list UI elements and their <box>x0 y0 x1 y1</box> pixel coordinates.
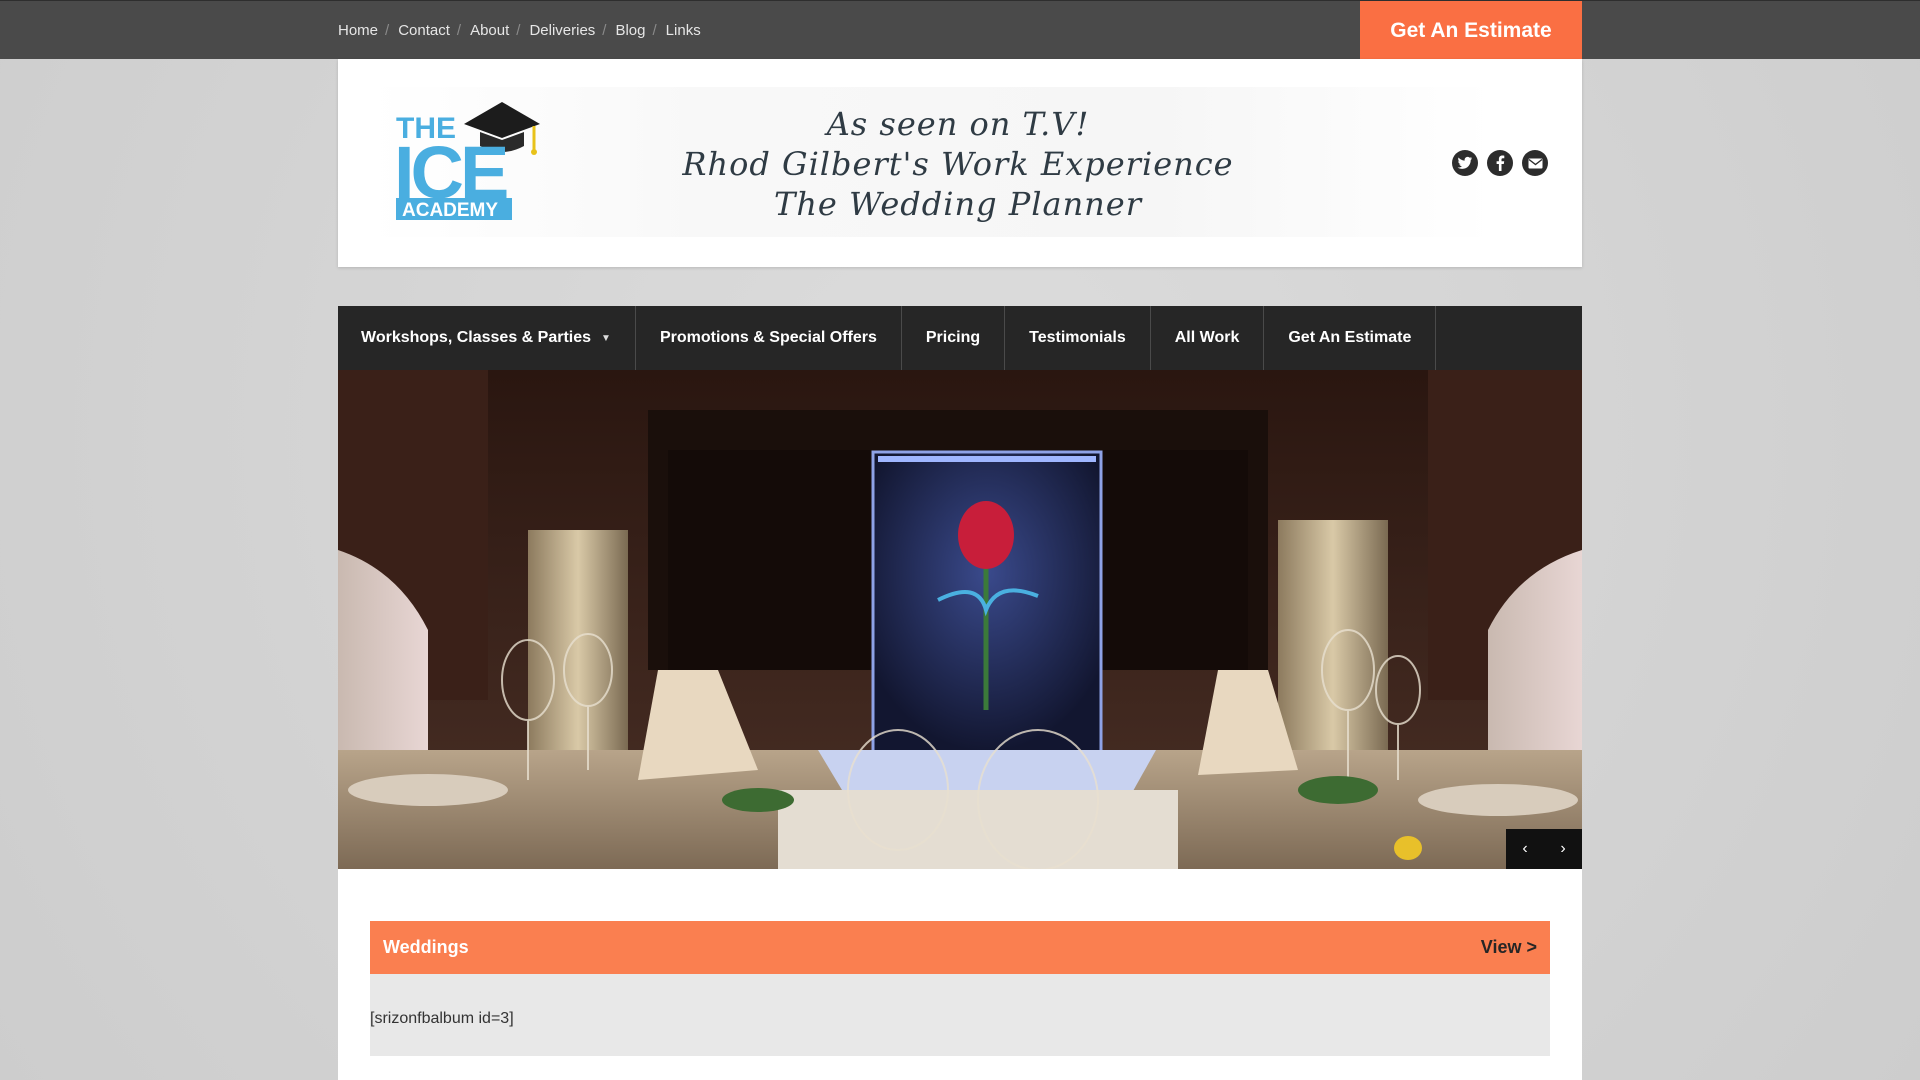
nav-link-contact[interactable]: Contact <box>398 22 450 39</box>
tv-tagline: As seen on T.V! Rhod Gilbert's Work Expe… <box>658 104 1258 224</box>
menu-get-an-estimate[interactable]: Get An Estimate <box>1264 306 1437 370</box>
main-navigation: Workshops, Classes & Parties ▼ Promotion… <box>338 306 1582 370</box>
chevron-down-icon: ▼ <box>601 332 611 344</box>
breadcrumb-separator: / <box>385 22 390 39</box>
album-header: Weddings View > <box>370 921 1550 974</box>
top-bar: Home / Contact / About / Deliveries / Bl… <box>0 0 1920 60</box>
nav-link-links[interactable]: Links <box>666 22 701 39</box>
slider-prev-button[interactable]: ‹ <box>1506 829 1544 869</box>
menu-testimonials[interactable]: Testimonials <box>1005 306 1151 370</box>
breadcrumb-separator: / <box>602 22 607 39</box>
menu-workshops-classes-parties[interactable]: Workshops, Classes & Parties ▼ <box>338 306 636 370</box>
menu-all-work[interactable]: All Work <box>1151 306 1265 370</box>
nav-link-deliveries[interactable]: Deliveries <box>529 22 595 39</box>
menu-pricing[interactable]: Pricing <box>902 306 1006 370</box>
social-links <box>1452 150 1548 176</box>
breadcrumb: Home / Contact / About / Deliveries / Bl… <box>338 1 701 60</box>
image-slider: ‹ › <box>338 370 1582 869</box>
album-title: Weddings <box>383 937 469 957</box>
nav-link-home[interactable]: Home <box>338 22 378 39</box>
view-album-link[interactable]: View > <box>1481 937 1537 958</box>
breadcrumb-separator: / <box>652 22 657 39</box>
slider-next-button[interactable]: › <box>1544 829 1582 869</box>
tagline-line: As seen on T.V! <box>826 105 1090 143</box>
tagline-line: Rhod Gilbert's Work Experience <box>682 145 1234 183</box>
menu-label: Workshops, Classes & Parties <box>361 329 592 346</box>
content-panel: Weddings View > [srizonfbalbum id=3] <box>338 869 1582 1080</box>
album-shortcode-text: [srizonfbalbum id=3] <box>370 974 1550 1056</box>
ice-academy-logo[interactable]: THE ICE ACADEMY <box>394 94 544 224</box>
slider-image <box>338 370 1582 869</box>
tagline-line: The Wedding Planner <box>773 185 1143 223</box>
breadcrumb-separator: / <box>516 22 521 39</box>
svg-text:ACADEMY: ACADEMY <box>402 200 498 221</box>
twitter-icon[interactable] <box>1452 150 1478 176</box>
facebook-icon[interactable] <box>1487 150 1513 176</box>
email-icon[interactable] <box>1522 150 1548 176</box>
breadcrumb-separator: / <box>456 22 462 39</box>
menu-promotions-special-offers[interactable]: Promotions & Special Offers <box>636 306 902 370</box>
nav-link-blog[interactable]: Blog <box>615 22 645 39</box>
nav-link-about[interactable]: About <box>470 22 509 39</box>
site-header: THE ICE ACADEMY As seen on T.V! Rhod Gil… <box>338 59 1582 267</box>
get-estimate-button[interactable]: Get An Estimate <box>1360 1 1582 60</box>
